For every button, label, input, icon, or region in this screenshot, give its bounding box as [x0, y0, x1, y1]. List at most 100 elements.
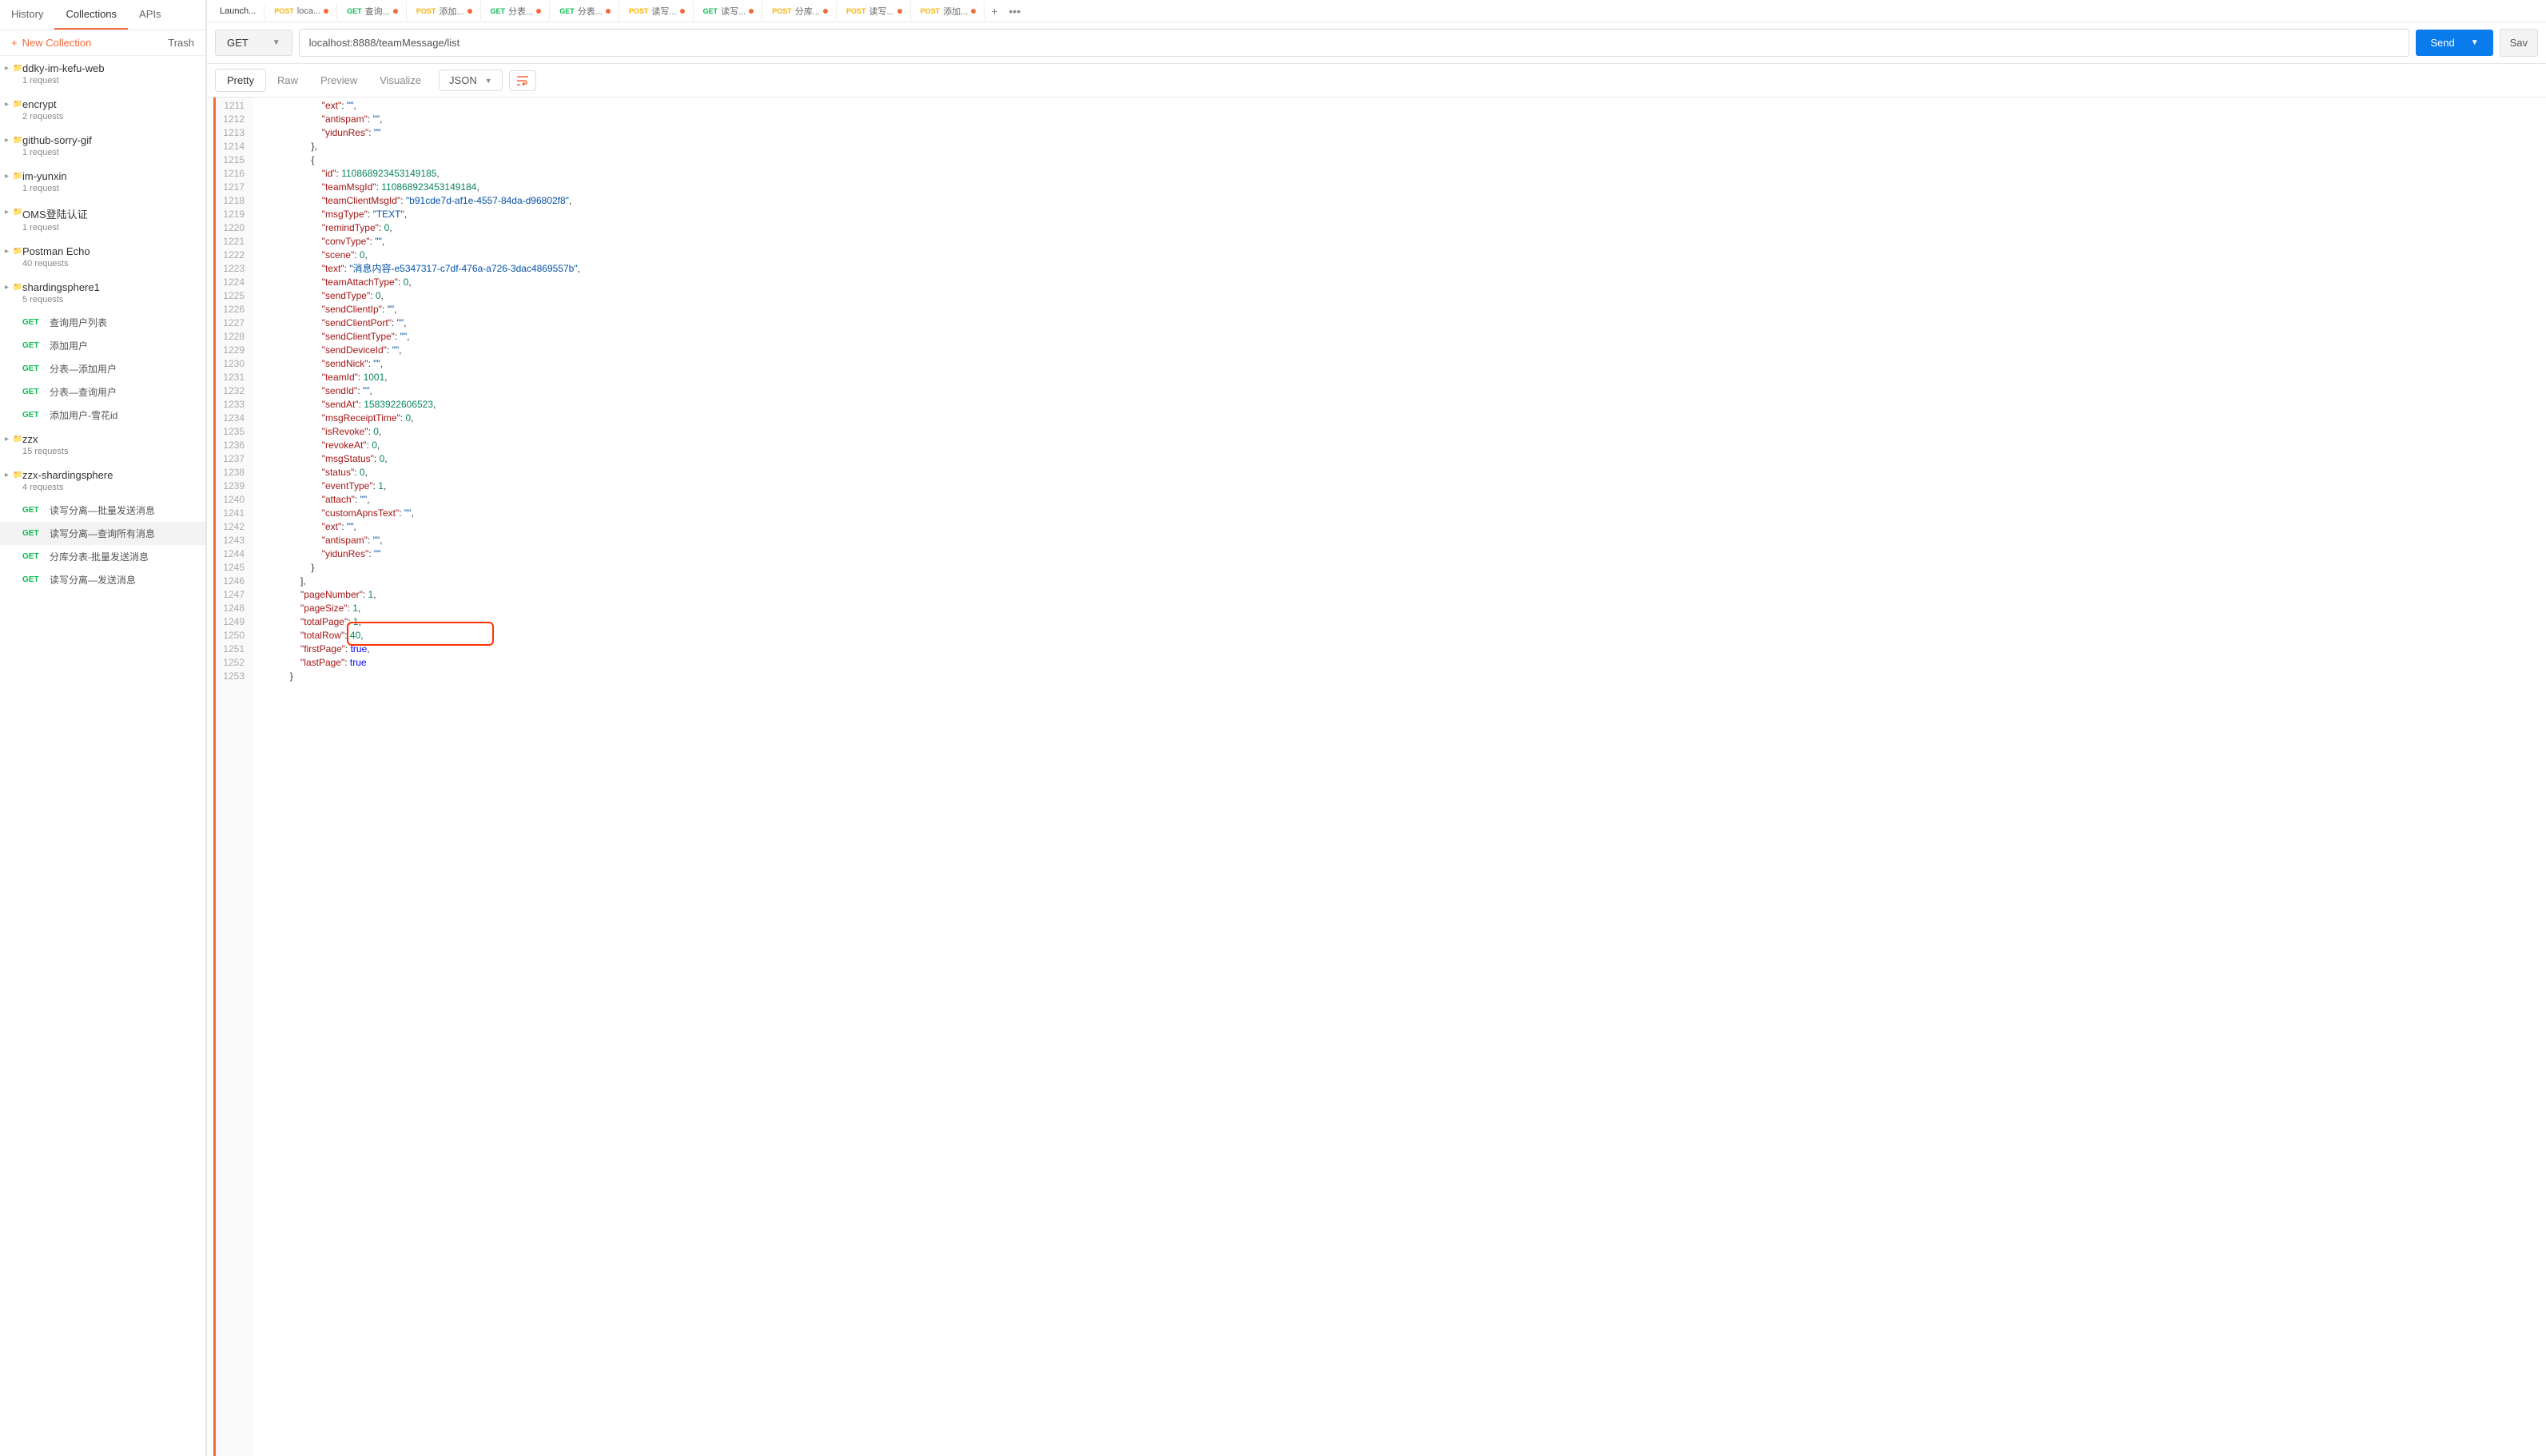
code-line: "teamAttachType": 0,	[253, 276, 580, 289]
tab-method-badge: POST	[772, 7, 792, 15]
folder-icon: 📁	[13, 435, 22, 444]
request-tab[interactable]: POST读写...	[621, 2, 694, 21]
collection-item[interactable]: 📁im-yunxin 1 request	[0, 164, 205, 200]
sidebar: History Collections APIs + New Collectio…	[0, 0, 206, 1456]
tab-method-badge: GET	[559, 7, 575, 15]
code-line: "firstPage": true,	[253, 642, 580, 656]
response-body[interactable]: 1211121212131214121512161217121812191220…	[213, 97, 2546, 1456]
collection-name: OMS登陆认证	[22, 206, 197, 221]
tab-label: 读写...	[721, 5, 746, 18]
tab-label: 查询...	[365, 5, 390, 18]
collection-name: encrypt	[22, 98, 197, 110]
request-tab[interactable]: POST添加...	[408, 2, 481, 21]
tab-method-badge: POST	[416, 7, 436, 15]
request-item[interactable]: GET添加用户-雪花id	[0, 404, 205, 427]
new-collection-button[interactable]: + New Collection	[11, 37, 91, 49]
request-method-badge: GET	[22, 411, 43, 420]
line-number: 1251	[219, 642, 245, 656]
code-line: "totalPage": 1,	[253, 615, 580, 629]
request-tab[interactable]: Launch...	[212, 3, 265, 19]
collection-item[interactable]: 📁Postman Echo40 requests	[0, 239, 205, 275]
code-line: "teamClientMsgId": "b91cde7d-af1e-4557-8…	[253, 194, 580, 208]
resp-tab-pretty[interactable]: Pretty	[215, 69, 266, 92]
request-tab[interactable]: POST分库...	[764, 2, 837, 21]
request-item[interactable]: GET读写分离—批量发送消息	[0, 499, 205, 522]
request-tab[interactable]: POST添加...	[913, 2, 985, 21]
unsaved-dot-icon	[606, 9, 611, 14]
collection-item[interactable]: 📁OMS登陆认证1 request	[0, 200, 205, 239]
collection-item[interactable]: 📁shardingsphere15 requests	[0, 275, 205, 311]
collection-sub: 1 request	[22, 148, 197, 157]
code-line: "teamId": 1001,	[253, 371, 580, 384]
line-number: 1232	[219, 384, 245, 398]
tab-overflow-button[interactable]: •••	[1004, 5, 1026, 18]
tab-apis[interactable]: APIs	[128, 0, 172, 30]
format-select[interactable]: JSON ▼	[439, 70, 503, 91]
tab-collections[interactable]: Collections	[54, 0, 128, 30]
resp-tab-visualize[interactable]: Visualize	[368, 70, 432, 91]
collection-name: im-yunxin	[22, 170, 197, 182]
folder-icon: 📁	[13, 172, 22, 181]
collection-sub: 1 request	[22, 184, 197, 193]
request-item[interactable]: GET读写分离—查询所有消息	[0, 522, 205, 545]
collection-name: zzx-shardingsphere	[22, 469, 197, 481]
request-tab[interactable]: GET分表...	[551, 2, 619, 21]
code-line: "id": 110868923453149185,	[253, 167, 580, 181]
request-tab[interactable]: GET分表...	[483, 2, 551, 21]
code-line: "isRevoke": 0,	[253, 425, 580, 439]
wrap-toggle[interactable]	[509, 70, 536, 91]
code-line: "sendNick": "",	[253, 357, 580, 371]
unsaved-dot-icon	[971, 9, 976, 14]
request-item[interactable]: GET读写分离—发送消息	[0, 568, 205, 591]
new-tab-button[interactable]: +	[986, 5, 1002, 18]
folder-icon: 📁	[13, 136, 22, 145]
request-item[interactable]: GET分库分表-批量发送消息	[0, 545, 205, 568]
tab-method-badge: GET	[347, 7, 362, 15]
line-number: 1248	[219, 602, 245, 615]
request-tab[interactable]: GET读写...	[695, 2, 763, 21]
collection-item[interactable]: 📁ddky-im-kefu-web1 request	[0, 56, 205, 92]
request-tab[interactable]: POST读写...	[838, 2, 911, 21]
collection-sub: 5 requests	[22, 295, 197, 304]
line-number: 1245	[219, 561, 245, 575]
code-line: "sendId": "",	[253, 384, 580, 398]
tab-label: loca...	[297, 6, 320, 16]
line-number: 1243	[219, 534, 245, 547]
resp-tab-raw[interactable]: Raw	[266, 70, 309, 91]
request-item[interactable]: GET查询用户列表	[0, 311, 205, 334]
trash-link[interactable]: Trash	[168, 37, 194, 49]
code-line: "sendClientIp": "",	[253, 303, 580, 316]
collection-item[interactable]: 📁zzx-shardingsphere4 requests	[0, 463, 205, 499]
line-number: 1244	[219, 547, 245, 561]
request-tab[interactable]: POSTloca...	[266, 3, 337, 19]
method-select[interactable]: GET ▼	[215, 30, 292, 56]
response-tabs: Pretty Raw Preview Visualize JSON ▼	[207, 64, 2546, 97]
send-button[interactable]: Send ▼	[2416, 30, 2492, 56]
unsaved-dot-icon	[467, 9, 472, 14]
code-line: "sendType": 0,	[253, 289, 580, 303]
code-line: "msgStatus": 0,	[253, 452, 580, 466]
save-button[interactable]: Sav	[2500, 29, 2538, 57]
collection-item[interactable]: 📁zzx15 requests	[0, 427, 205, 463]
plus-icon: +	[11, 37, 18, 49]
request-tab[interactable]: GET查询...	[339, 2, 407, 21]
main-panel: Launch...POSTloca...GET查询...POST添加...GET…	[206, 0, 2546, 1456]
wrap-icon	[516, 75, 529, 86]
url-input[interactable]	[299, 29, 2410, 57]
line-number: 1238	[219, 466, 245, 479]
request-item[interactable]: GET分表—添加用户	[0, 357, 205, 380]
line-number: 1228	[219, 330, 245, 344]
line-number: 1217	[219, 181, 245, 194]
line-number: 1239	[219, 479, 245, 493]
resp-tab-preview[interactable]: Preview	[309, 70, 368, 91]
collection-item[interactable]: 📁github-sorry-gif1 request	[0, 128, 205, 164]
collection-item[interactable]: 📁encrypt2 requests	[0, 92, 205, 128]
code-line: "ext": "",	[253, 99, 580, 113]
code-line: "revokeAt": 0,	[253, 439, 580, 452]
line-number: 1214	[219, 140, 245, 153]
request-item[interactable]: GET分表—查询用户	[0, 380, 205, 404]
tab-history[interactable]: History	[0, 0, 54, 30]
send-label: Send	[2430, 37, 2454, 49]
request-item[interactable]: GET添加用户	[0, 334, 205, 357]
code-line: "totalRow": 40,	[253, 629, 580, 642]
